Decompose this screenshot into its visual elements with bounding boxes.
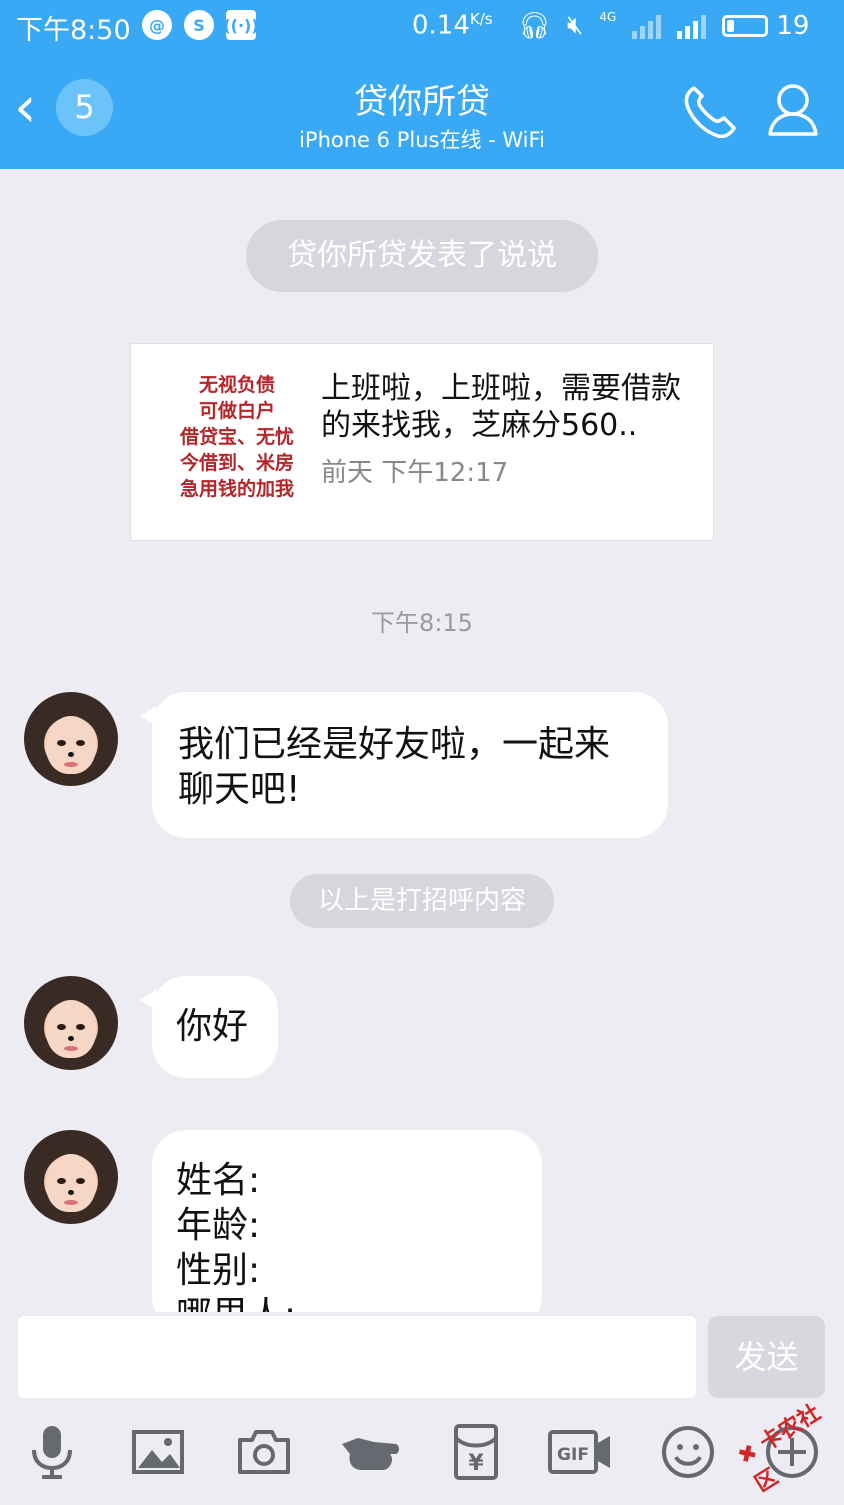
svg-text:GIF: GIF [557, 1445, 589, 1465]
message-bubble[interactable]: 你好 [140, 976, 278, 1078]
post-text: 上班啦，上班啦，需要借款的来找我，芝麻分560.. [321, 371, 681, 443]
red-packet-icon[interactable]: ¥ [446, 1422, 506, 1482]
signal-icon-2 [677, 13, 707, 39]
send-button[interactable]: 发送 [708, 1316, 825, 1398]
thumbnail-line: 今借到、米房 [179, 452, 294, 474]
post-thumbnail: 无视负债 可做白户 借贷宝、无忧 今借到、米房 急用钱的加我 [167, 372, 307, 512]
post-time: 前天 下午12:17 [321, 458, 509, 488]
wireless-icon: ((·)) [223, 10, 259, 40]
svg-text:¥: ¥ [468, 1451, 484, 1476]
shared-post-card[interactable]: 无视负债 可做白户 借贷宝、无忧 今借到、米房 急用钱的加我 上班啦，上班啦，需… [130, 343, 714, 541]
emoji-icon[interactable] [658, 1422, 718, 1482]
weibo-icon: S [184, 10, 214, 40]
avatar[interactable] [24, 976, 118, 1070]
status-bar: 下午8:50 @ S ((·)) 0.14K/s 🎧︎ 🔇︎ 4G 19 [0, 0, 844, 52]
post-notice[interactable]: 贷你所贷发表了说说 [246, 220, 598, 292]
poke-icon[interactable] [340, 1422, 400, 1482]
netease-icon: @ [142, 10, 172, 40]
status-right-icons: 🎧︎ 🔇︎ 4G 19 [518, 10, 809, 41]
message-bubble[interactable]: 我们已经是好友啦，一起来聊天吧! [140, 692, 668, 838]
headphone-icon: 🎧︎ [518, 10, 552, 41]
message-line: 性别: [176, 1250, 261, 1291]
thumbnail-line: 可做白户 [198, 400, 275, 422]
profile-icon[interactable] [766, 82, 820, 138]
status-time: 下午8:50 [16, 15, 131, 46]
avatar[interactable] [24, 1130, 118, 1224]
gif-icon[interactable]: GIF [548, 1422, 614, 1482]
message-line: 姓名: [176, 1160, 261, 1201]
camera-icon[interactable] [234, 1422, 294, 1482]
greeting-divider: 以上是打招呼内容 [290, 874, 554, 928]
thumbnail-line: 无视负债 [198, 374, 275, 396]
thumbnail-line: 急用钱的加我 [179, 478, 294, 500]
signal-icon-1 [632, 13, 662, 39]
battery-icon: 19 [722, 11, 809, 41]
message-input[interactable] [18, 1316, 696, 1398]
network-type: 4G [599, 10, 617, 24]
toolbar: ¥ GIF [0, 1422, 844, 1492]
mic-icon[interactable] [22, 1422, 82, 1482]
phone-call-icon[interactable] [680, 82, 738, 140]
net-speed: 0.14K/s [412, 10, 493, 41]
mute-icon: 🔇︎ [567, 10, 584, 40]
message-line: 年龄: [176, 1205, 261, 1246]
chat-header: ‹ 5 贷你所贷 iPhone 6 Plus在线 - WiFi [0, 52, 844, 169]
battery-level: 19 [776, 10, 810, 41]
message-timestamp: 下午8:15 [371, 609, 473, 637]
input-bar: 发送 ¥ GIF [0, 1312, 844, 1500]
image-icon[interactable] [128, 1422, 188, 1482]
status-left-icons: @ S ((·)) [142, 10, 259, 40]
thumbnail-line: 借贷宝、无忧 [179, 426, 294, 448]
message-bubble[interactable]: 姓名: 年龄: 性别: 哪里人: [152, 1130, 542, 1330]
avatar[interactable] [24, 692, 118, 786]
